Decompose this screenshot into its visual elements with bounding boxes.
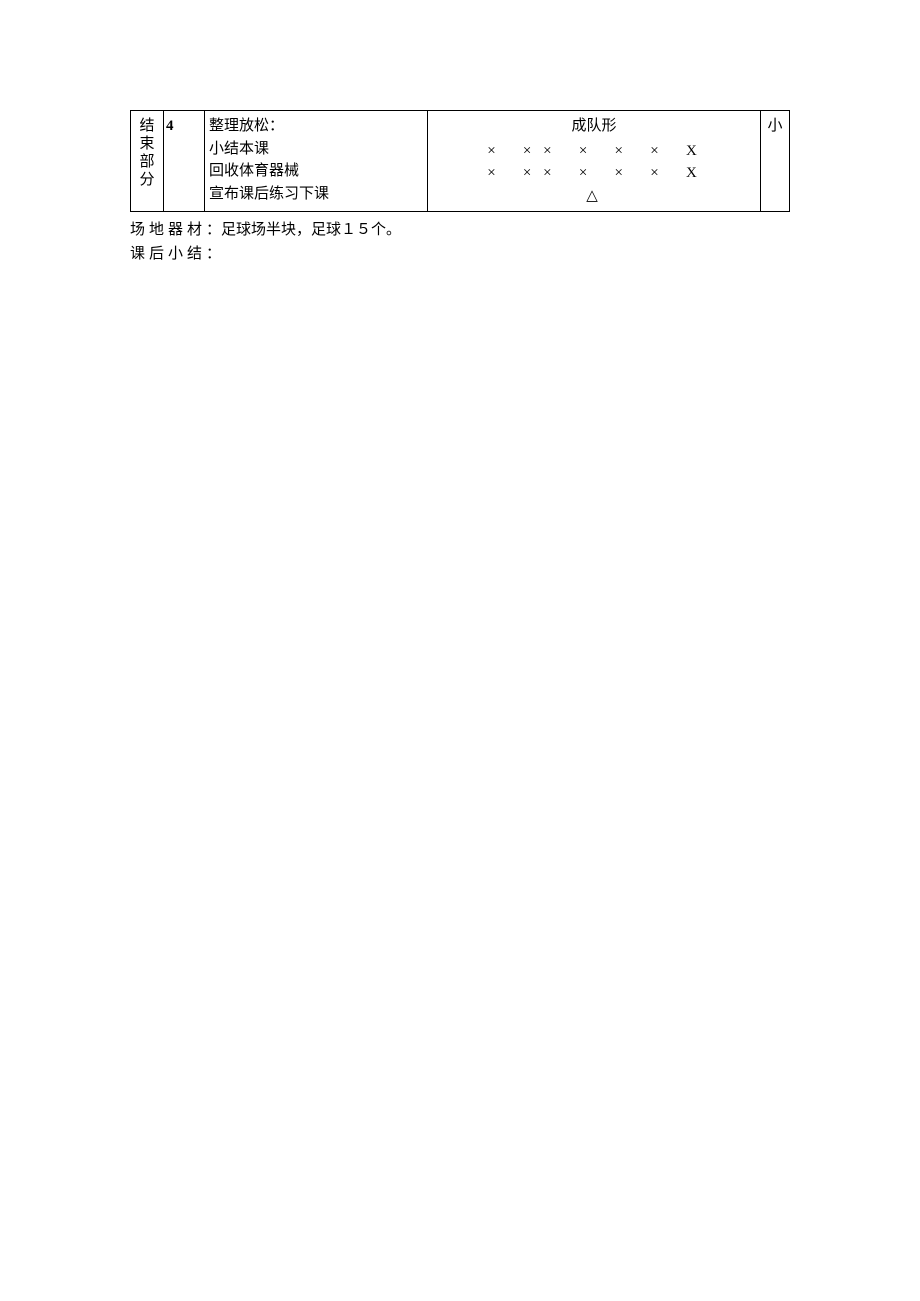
colon: ： [206, 246, 221, 262]
formation-title: 成队形 [430, 115, 758, 138]
time-value: 4 [166, 118, 174, 134]
summary-label: 课后小结 [130, 246, 206, 262]
formation-cell: 成队形 × × × × × × X × × × × × × X △ [428, 111, 761, 212]
summary-line: 课后小结： [130, 242, 790, 266]
section-label-char: 结 [139, 117, 154, 135]
section-label: 结 束 部 分 [133, 115, 161, 191]
equipment-value: 足球场半块，足球１５个。 [221, 222, 401, 238]
section-label-char: 束 [139, 135, 154, 153]
activity-line: 小结本课 [207, 138, 425, 161]
formation-row: × × × × × × X [430, 162, 758, 185]
section-label-cell: 结 束 部 分 [131, 111, 164, 212]
activity-line: 宣布课后练习下课 [207, 183, 425, 206]
time-cell: 4 [164, 111, 205, 212]
lesson-table: 结 束 部 分 4 整理放松： 小结本课 回收体育器械 宣布课后练习下课 成队形… [130, 110, 790, 212]
formation-teacher: △ [430, 185, 758, 208]
colon: ： [206, 222, 221, 238]
formation-block: 成队形 × × × × × × X × × × × × × X △ [430, 115, 758, 207]
table-row: 结 束 部 分 4 整理放松： 小结本课 回收体育器械 宣布课后练习下课 成队形… [131, 111, 790, 212]
activity-line: 整理放松： [207, 115, 425, 138]
activities-cell: 整理放松： 小结本课 回收体育器械 宣布课后练习下课 [205, 111, 428, 212]
formation-row: × × × × × × X [430, 140, 758, 163]
note-text: 小 [767, 118, 782, 134]
section-label-char: 分 [139, 171, 154, 189]
note-cell: 小 [761, 111, 790, 212]
activity-line: 回收体育器械 [207, 160, 425, 183]
section-label-char: 部 [139, 153, 154, 171]
footer-block: 场地器材：足球场半块，足球１５个。 课后小结： [130, 218, 790, 266]
equipment-line: 场地器材：足球场半块，足球１５个。 [130, 218, 790, 242]
equipment-label: 场地器材 [130, 222, 206, 238]
